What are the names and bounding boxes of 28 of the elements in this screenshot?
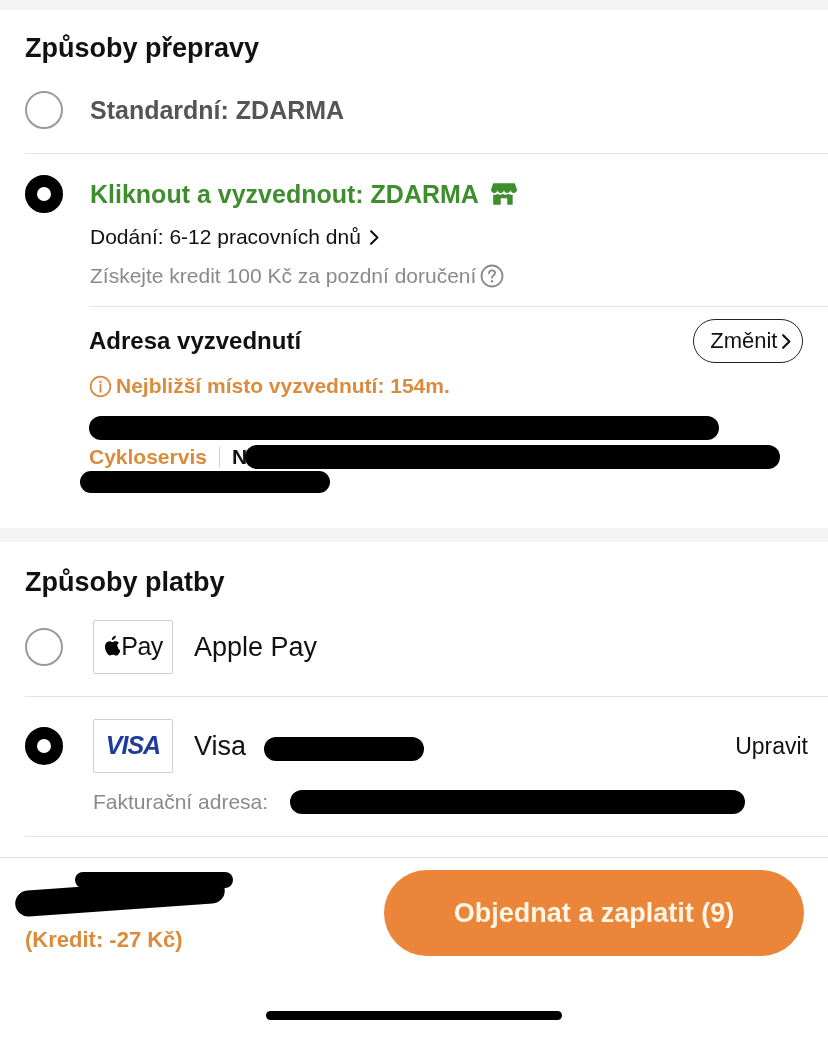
nearest-pickup-note: Nejbližší místo vyzvednutí: 154m. [116, 373, 450, 399]
help-icon [480, 264, 505, 288]
shipping-option-label: Standardní: ZDARMA [90, 95, 345, 126]
radio-button[interactable] [25, 175, 63, 213]
payment-method-label: Visa [194, 730, 247, 762]
section-title: Způsoby platby [25, 566, 225, 598]
chevron-right-icon [781, 332, 792, 350]
billing-address: Fakturační adresa: [93, 789, 269, 815]
payment-logo: VISA [93, 719, 173, 773]
change-button[interactable]: Změnit [693, 319, 803, 363]
radio-button[interactable] [25, 628, 63, 666]
pickup-address-title: Adresa vyzvednutí [89, 326, 302, 356]
shipping-option-label: Kliknout a vyzvednout: ZDARMA [90, 179, 479, 210]
payment-method-label: Apple Pay [194, 631, 318, 663]
edit-link[interactable]: Upravit [735, 728, 808, 764]
credit-balance: (Kredit: -27 Kč) [25, 926, 184, 954]
delivery-time-link[interactable]: Dodání: 6-12 pracovních dnů [90, 222, 361, 252]
store-name: Cykloservis [89, 444, 207, 470]
apple-icon [103, 635, 121, 656]
section-title: Způsoby přepravy [25, 32, 260, 64]
chevron-right-icon [368, 228, 380, 246]
info-icon [89, 374, 112, 398]
store-icon [490, 182, 517, 206]
payment-logo: Pay [93, 620, 173, 674]
radio-button[interactable] [25, 727, 63, 765]
store-address: N [231, 444, 248, 470]
radio-button[interactable] [25, 91, 63, 129]
late-delivery-note: Získejte kredit 100 Kč za pozdní doručení [90, 263, 477, 289]
